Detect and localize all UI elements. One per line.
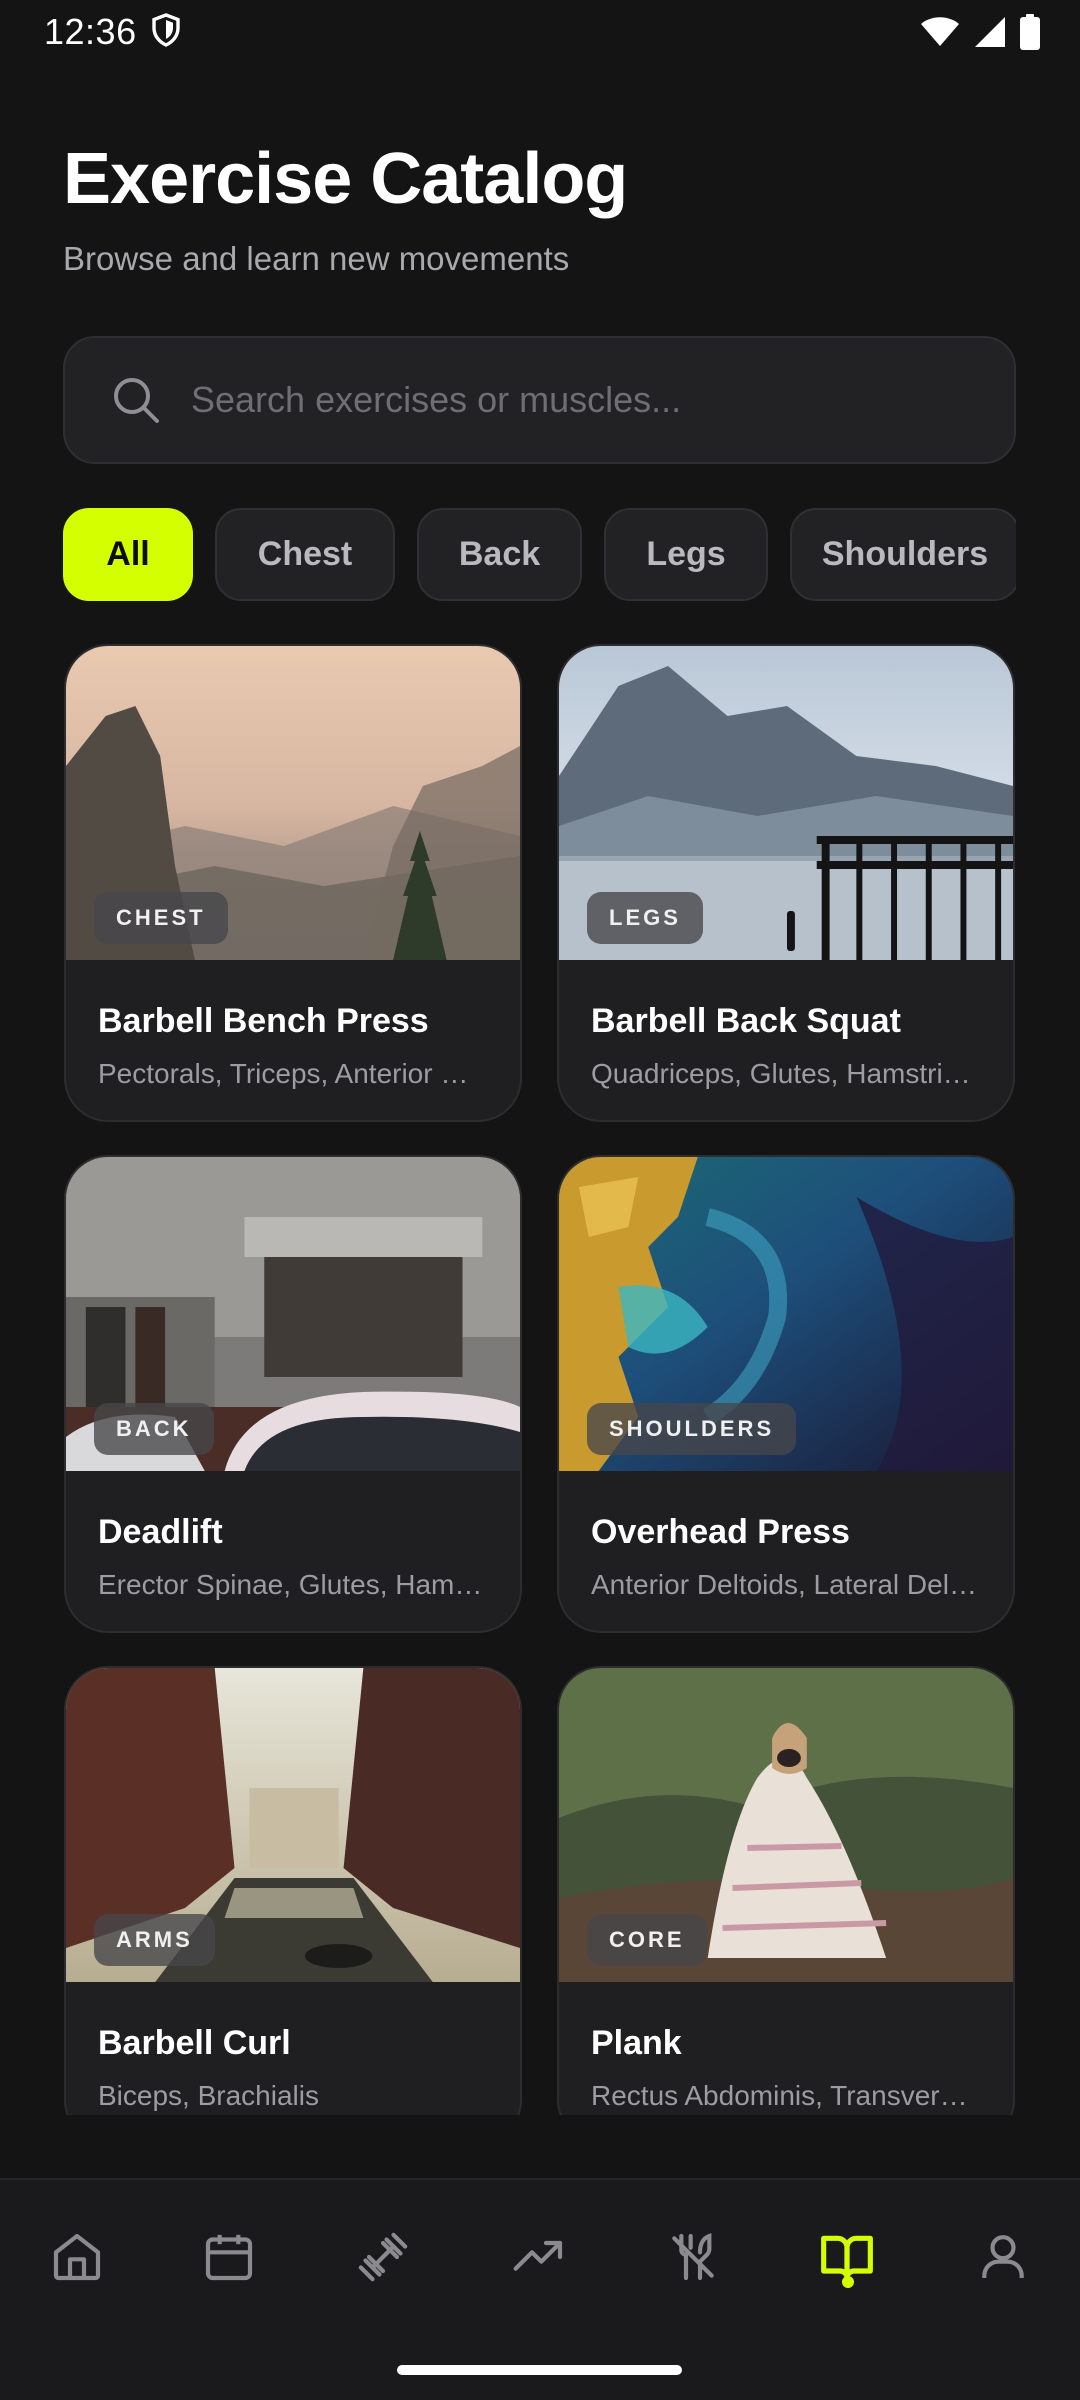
category-filter-row: All Chest Back Legs Shoulders: [63, 508, 1016, 601]
battery-icon: [1020, 14, 1040, 50]
search-bar[interactable]: [63, 336, 1016, 464]
filter-chip-shoulders[interactable]: Shoulders: [790, 508, 1016, 601]
exercise-name: Deadlift: [98, 1513, 223, 1551]
status-time: 12:36: [44, 11, 137, 52]
calendar-icon: [205, 2234, 253, 2281]
exercise-muscles: Erector Spinae, Glutes, Hamstrings: [98, 1569, 486, 1600]
category-badge: BACK: [94, 1403, 214, 1455]
exercise-name: Barbell Curl: [98, 2024, 291, 2062]
search-icon: [114, 378, 159, 423]
search-input[interactable]: [191, 379, 1014, 421]
nav-nutrition[interactable]: [648, 2212, 738, 2302]
exercise-catalog-screen: 12:36 Exercise Catalog Browse and learn …: [0, 0, 1080, 2400]
utensils-off-icon: [672, 2233, 714, 2281]
status-right: [920, 14, 1040, 50]
exercise-muscles: Rectus Abdominis, Transverse Abdominis: [591, 2080, 979, 2111]
exercise-name: Barbell Back Squat: [591, 1002, 901, 1040]
nav-progress[interactable]: [494, 2212, 584, 2302]
exercise-card[interactable]: CHEST Barbell Bench Press Pectorals, Tri…: [64, 644, 522, 1122]
exercise-card[interactable]: CORE Plank Rectus Abdominis, Transverse …: [557, 1666, 1015, 2115]
exercise-card[interactable]: BACK Deadlift Erector Spinae, Glutes, Ha…: [64, 1155, 522, 1633]
exercise-muscles: Anterior Deltoids, Lateral Deltoids: [591, 1569, 979, 1600]
signal-icon: [974, 16, 1006, 48]
exercise-muscles: Pectorals, Triceps, Anterior Deltoids: [98, 1058, 486, 1089]
exercise-name: Plank: [591, 2024, 682, 2062]
exercise-card[interactable]: ARMS Barbell Curl Biceps, Brachialis: [64, 1666, 522, 2115]
nav-calendar[interactable]: [184, 2212, 274, 2302]
filter-chip-chest[interactable]: Chest: [215, 508, 395, 601]
nav-workouts[interactable]: [338, 2212, 428, 2302]
filter-chip-back[interactable]: Back: [417, 508, 582, 601]
exercise-grid: CHEST Barbell Bench Press Pectorals, Tri…: [0, 640, 1080, 2115]
filter-chip-legs[interactable]: Legs: [604, 508, 768, 601]
category-badge: SHOULDERS: [587, 1403, 797, 1455]
exercise-muscles: Biceps, Brachialis: [98, 2080, 319, 2111]
home-indicator: [397, 2365, 682, 2375]
category-badge: LEGS: [587, 892, 703, 944]
shield-icon: [151, 12, 181, 52]
category-badge: ARMS: [94, 1914, 215, 1966]
page-subtitle: Browse and learn new movements: [63, 240, 570, 277]
category-badge: CHEST: [94, 892, 228, 944]
exercise-name: Overhead Press: [591, 1513, 850, 1551]
nav-catalog[interactable]: [802, 2212, 892, 2302]
exercise-name: Barbell Bench Press: [98, 1002, 429, 1040]
exercise-muscles: Quadriceps, Glutes, Hamstrings: [591, 1058, 979, 1089]
nav-profile[interactable]: [958, 2212, 1048, 2302]
trending-up-icon: [513, 2240, 563, 2271]
exercise-card[interactable]: SHOULDERS Overhead Press Anterior Deltoi…: [557, 1155, 1015, 1633]
dumbbell-icon: [358, 2232, 408, 2282]
status-bar: 12:36: [0, 0, 1080, 64]
active-nav-indicator: [842, 2276, 854, 2288]
exercise-card[interactable]: LEGS Barbell Back Squat Quadriceps, Glut…: [557, 644, 1015, 1122]
nav-home[interactable]: [32, 2212, 122, 2302]
user-icon: [982, 2235, 1024, 2278]
status-left: 12:36: [44, 11, 181, 53]
page-title: Exercise Catalog: [63, 139, 628, 219]
filter-chip-all[interactable]: All: [63, 508, 193, 601]
wifi-icon: [920, 16, 960, 48]
home-icon: [53, 2233, 101, 2281]
category-badge: CORE: [587, 1914, 707, 1966]
